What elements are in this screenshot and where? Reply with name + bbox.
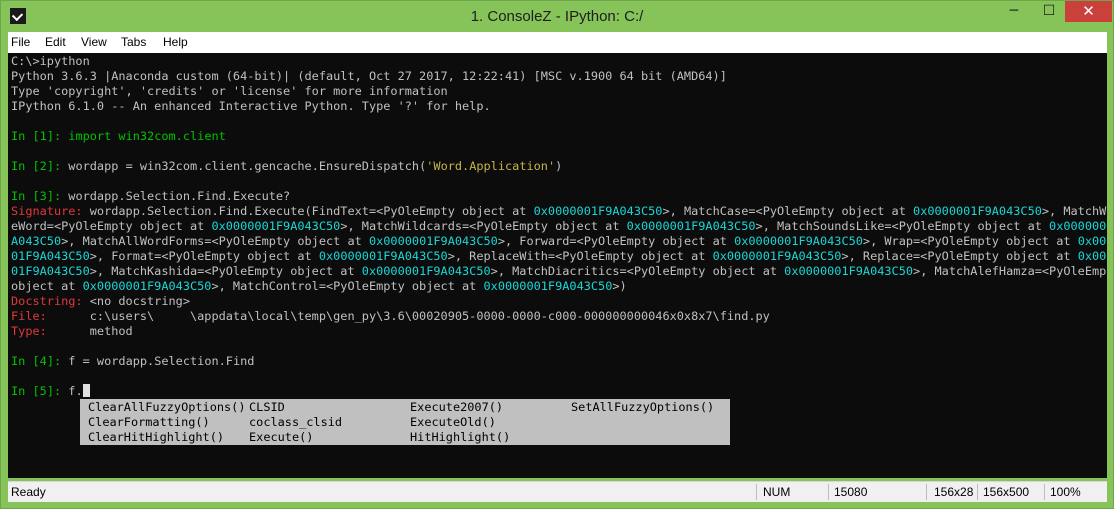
console-output[interactable]: C:\>ipython Python 3.6.3 |Anaconda custo… (8, 53, 1107, 478)
window-title: 1. ConsoleZ - IPython: C:/ (470, 8, 644, 25)
status-divider (977, 484, 978, 500)
status-divider (1044, 484, 1045, 500)
maximize-icon: ☐ (1042, 3, 1056, 19)
menu-view[interactable]: View (81, 32, 107, 53)
completion-item[interactable]: Execute() (249, 430, 313, 445)
signature-line: 01F9A043C50>, MatchKashida=<PyOleEmpty o… (11, 264, 1107, 278)
input-prompt-line: In [1]: import win32com.client (11, 129, 226, 143)
input-prompt-line: In [3]: wordapp.Selection.Find.Execute? (11, 189, 291, 203)
menu-edit[interactable]: Edit (45, 32, 66, 53)
close-icon: ✕ (1082, 2, 1095, 20)
completion-item[interactable]: coclass_clsid (249, 415, 342, 430)
completion-item[interactable]: ClearFormatting() (88, 415, 210, 430)
process-id: 15080 (834, 485, 868, 499)
menu-help[interactable]: Help (163, 32, 188, 53)
close-button[interactable]: ✕ (1065, 1, 1112, 22)
console-line: IPython 6.1.0 -- An enhanced Interactive… (11, 99, 491, 113)
status-divider (926, 484, 927, 500)
completion-item[interactable]: SetAllFuzzyOptions() (571, 400, 714, 415)
consolez-window: 1. ConsoleZ - IPython: C:/ ─ ☐ ✕ File Ed… (0, 0, 1114, 509)
title-bar[interactable]: 1. ConsoleZ - IPython: C:/ ─ ☐ ✕ (1, 1, 1113, 32)
window-size: 156x500 (983, 485, 1030, 499)
menu-tabs[interactable]: Tabs (121, 32, 146, 53)
console-line: Python 3.6.3 |Anaconda custom (64-bit)| … (11, 69, 727, 83)
signature-line: eWord=<PyOleEmpty object at 0x0000001F9A… (11, 219, 1107, 233)
status-divider (828, 484, 829, 500)
completion-popup[interactable]: ClearAllFuzzyOptions() CLSID Execute2007… (80, 399, 730, 445)
signature-line: Signature: wordapp.Selection.Find.Execut… (11, 204, 1107, 218)
status-text: Ready (11, 485, 46, 499)
completion-item[interactable]: HitHighlight() (410, 430, 510, 445)
completion-item[interactable]: ExecuteOld() (410, 415, 496, 430)
zoom-level: 100% (1050, 485, 1081, 499)
console-line: Type 'copyright', 'credits' or 'license'… (11, 84, 448, 98)
input-prompt-line: In [4]: f = wordapp.Selection.Find (11, 354, 255, 368)
signature-line: object at 0x0000001F9A043C50>, MatchCont… (11, 279, 627, 293)
completion-item[interactable]: Execute2007() (410, 400, 503, 415)
status-divider (756, 484, 757, 500)
menu-file[interactable]: File (11, 32, 30, 53)
completion-item[interactable]: ClearHitHighlight() (88, 430, 224, 445)
type-line: Type: method (11, 324, 133, 338)
text-cursor (82, 384, 90, 397)
signature-line: A043C50>, MatchAllWordForms=<PyOleEmpty … (11, 234, 1107, 248)
status-bar: Ready NUM 15080 156x28 156x500 100% (8, 481, 1107, 502)
menu-bar: File Edit View Tabs Help (8, 32, 1107, 53)
completion-item[interactable]: CLSID (249, 400, 285, 415)
current-input-line[interactable]: In [5]: f. (11, 384, 90, 399)
minimize-icon: ─ (1009, 3, 1019, 19)
num-lock-indicator: NUM (763, 485, 791, 499)
console-line: C:\>ipython (11, 54, 90, 68)
file-line: File: c:\users\ \appdata\local\temp\gen_… (11, 309, 770, 323)
docstring-line: Docstring: <no docstring> (11, 294, 190, 308)
buffer-size: 156x28 (934, 485, 974, 499)
completion-item[interactable]: ClearAllFuzzyOptions() (88, 400, 246, 415)
input-prompt-line: In [2]: wordapp = win32com.client.gencac… (11, 159, 563, 173)
signature-line: 01F9A043C50>, Format=<PyOleEmpty object … (11, 249, 1107, 263)
